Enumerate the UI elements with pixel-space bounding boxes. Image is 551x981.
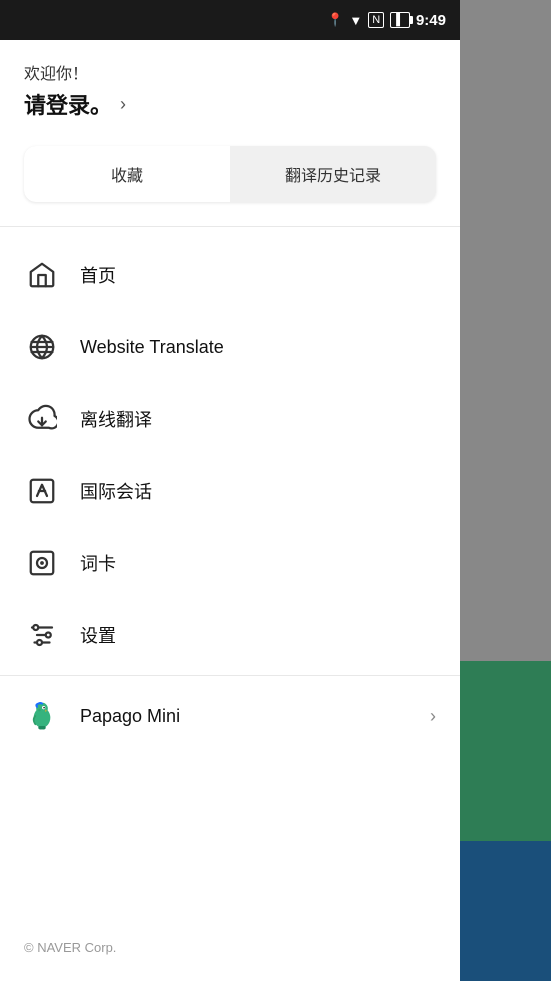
papago-icon <box>24 698 60 734</box>
menu-item-home[interactable]: 首页 <box>0 239 460 311</box>
footer-copyright: © NAVER Corp. <box>24 940 116 955</box>
flashcard-icon <box>24 545 60 581</box>
status-time: 9:49 <box>416 12 446 29</box>
menu-label-home: 首页 <box>80 262 436 288</box>
divider-top <box>0 226 460 227</box>
wifi-icon: ▼ <box>349 13 362 28</box>
settings-icon <box>24 617 60 653</box>
status-bar: 📍 ▼ N ▌ 9:49 <box>0 0 460 40</box>
right-top-bg <box>460 0 551 661</box>
menu-item-flashcard[interactable]: 词卡 <box>0 527 460 599</box>
header-area: 欢迎你！ 请登录。 › <box>0 40 460 136</box>
nfc-icon: N <box>368 12 384 28</box>
tab-container: 收藏 翻译历史记录 <box>24 146 436 202</box>
tab-history[interactable]: 翻译历史记录 <box>230 146 436 202</box>
right-panel <box>460 0 551 981</box>
menu-item-intl-conversation[interactable]: 国际会话 <box>0 455 460 527</box>
menu-item-offline-translate[interactable]: 离线翻译 <box>0 383 460 455</box>
drawer-panel: 📍 ▼ N ▌ 9:49 欢迎你！ 请登录。 › 收藏 翻译历史记录 <box>0 0 460 981</box>
login-text: 请登录。 <box>24 88 112 120</box>
globe-icon <box>24 329 60 365</box>
location-icon: 📍 <box>327 12 343 28</box>
menu-label-papago-mini: Papago Mini <box>80 706 410 727</box>
footer: © NAVER Corp. <box>0 923 460 981</box>
menu-label-website-translate: Website Translate <box>80 337 436 358</box>
cloud-icon <box>24 401 60 437</box>
tab-favorites[interactable]: 收藏 <box>24 146 230 202</box>
battery-icon: ▌ <box>390 12 410 28</box>
login-row[interactable]: 请登录。 › <box>24 88 436 120</box>
menu-label-settings: 设置 <box>80 622 436 648</box>
home-icon <box>24 257 60 293</box>
papago-mini-arrow-icon: › <box>430 706 436 727</box>
login-chevron-icon: › <box>120 94 126 115</box>
right-blue-bg <box>460 841 551 981</box>
menu-label-offline: 离线翻译 <box>80 406 436 432</box>
letter-a-icon <box>24 473 60 509</box>
right-green-bg <box>460 661 551 841</box>
menu-label-flashcard: 词卡 <box>80 550 436 576</box>
menu-list: 首页 Website Translate <box>0 231 460 923</box>
menu-item-papago-mini[interactable]: Papago Mini › <box>0 680 460 752</box>
menu-item-website-translate[interactable]: Website Translate <box>0 311 460 383</box>
welcome-text: 欢迎你！ <box>24 60 436 84</box>
menu-item-settings[interactable]: 设置 <box>0 599 460 671</box>
divider-mid <box>0 675 460 676</box>
menu-label-intl: 国际会话 <box>80 478 436 504</box>
